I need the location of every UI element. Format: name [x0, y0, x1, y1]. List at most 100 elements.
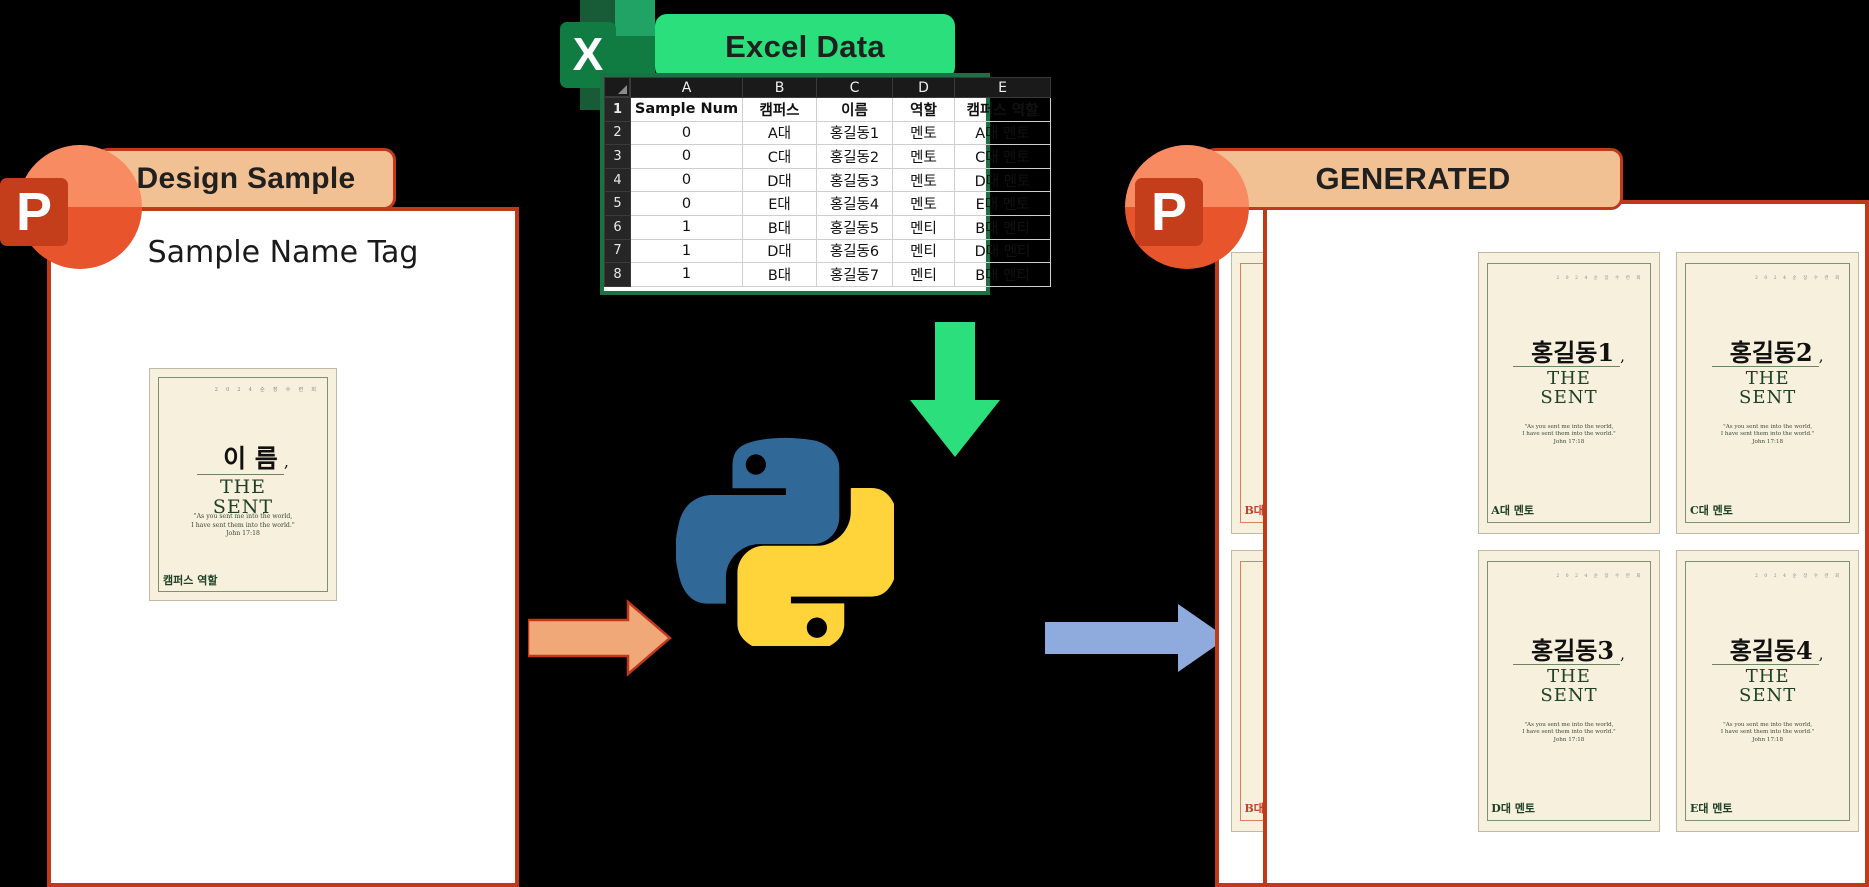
nametag-the: THE: [1745, 665, 1790, 687]
nametag-quote-line1: "As you sent me into the world,: [1723, 721, 1813, 728]
excel-select-all-corner-icon[interactable]: [604, 77, 630, 97]
excel-cell[interactable]: 멘토: [892, 120, 955, 146]
nametag-comma: ,: [1818, 346, 1824, 365]
excel-cell[interactable]: 1: [630, 262, 743, 287]
excel-row-header[interactable]: 2: [604, 120, 631, 146]
nametag-quote-line2: I have sent them into the world.": [1522, 431, 1616, 438]
generated-name-tag-card: 2 0 2 4 순 장 수 련 회 홍길동4, THE SENT "As you sen…: [1676, 550, 1859, 832]
excel-cell[interactable]: 홍길동3: [816, 167, 893, 193]
generated-name-tag-card: 2 0 2 4 순 장 수 련 회 홍길동3, THE SENT "As you sen…: [1477, 550, 1661, 832]
nametag-the: THE: [219, 475, 267, 498]
nametag-quote: "As you sent me into the world,I have se…: [1493, 722, 1645, 745]
excel-cell[interactable]: 홍길동6: [816, 238, 893, 264]
powerpoint-icon: P: [0, 132, 150, 282]
nametag-name: 홍길동2: [1711, 340, 1819, 367]
nametag-event-line: 2 0 2 4 순 장 수 련 회: [214, 387, 320, 394]
excel-header-cell[interactable]: 캠퍼스: [742, 97, 817, 122]
excel-cell[interactable]: 0: [630, 144, 743, 169]
nametag-quote: "As you sent me into the world, I have s…: [165, 513, 321, 538]
excel-data-badge: Excel Data: [655, 14, 955, 79]
excel-cell[interactable]: A대 멘토: [954, 120, 1051, 146]
excel-row-header[interactable]: 3: [604, 144, 631, 169]
excel-table: A B C D E 1 Sample Num 캠퍼스 이름 역할 캠퍼스 역할 2 0 A대 홍길…: [604, 77, 1051, 287]
nametag-event-line: 2 0 2 4 순 장 수 련 회: [1755, 275, 1842, 281]
design-sample-panel: Sample Name Tag 2 0 2 4 순 장 수 련 회 이 름, T…: [47, 207, 519, 887]
excel-header-cell[interactable]: Sample Num: [630, 97, 743, 122]
nametag-name: 이 름: [197, 446, 284, 475]
excel-cell[interactable]: B대 멘티: [954, 262, 1051, 287]
excel-cell[interactable]: 0: [630, 120, 743, 146]
excel-cell[interactable]: 홍길동2: [816, 144, 893, 169]
nametag-name: 홍길동3: [1513, 638, 1621, 665]
nametag-name: 홍길동4: [1711, 638, 1819, 665]
sample-name-tag-card: 2 0 2 4 순 장 수 련 회 이 름, THE SENT "As you …: [149, 368, 337, 601]
svg-text:P: P: [16, 182, 52, 242]
excel-header-cell[interactable]: 캠퍼스 역할: [954, 97, 1051, 122]
excel-cell[interactable]: 홍길동4: [816, 191, 893, 216]
nametag-quote: "As you sent me into the world,I have se…: [1692, 424, 1844, 447]
excel-cell[interactable]: C대 멘토: [954, 144, 1051, 169]
excel-cell[interactable]: D대: [742, 238, 817, 264]
excel-cell[interactable]: 홍길동7: [816, 262, 893, 287]
nametag-name-block: 홍길동2, THE SENT: [1677, 340, 1858, 408]
nametag-quote-ref: John 17:18: [1553, 736, 1585, 743]
nametag-quote-line2: I have sent them into the world.": [1720, 729, 1815, 736]
excel-row-header[interactable]: 8: [604, 262, 631, 287]
excel-cell[interactable]: B대: [742, 262, 817, 287]
excel-cell[interactable]: A대: [742, 120, 817, 146]
excel-row-header[interactable]: 6: [604, 214, 631, 240]
excel-cell[interactable]: 멘티: [892, 214, 955, 240]
grid-spacer: [1279, 550, 1462, 832]
nametag-the: THE: [1745, 367, 1790, 389]
table-row: 7 1 D대 홍길동6 멘티 D대 멘티: [604, 238, 1051, 264]
excel-col-c[interactable]: C: [816, 77, 893, 98]
nametag-event-line: 2 0 2 4 순 장 수 련 회: [1556, 275, 1644, 281]
excel-cell[interactable]: C대: [742, 144, 817, 169]
green-down-arrow: [900, 322, 1010, 467]
excel-header-cell[interactable]: 이름: [816, 97, 893, 122]
excel-cell[interactable]: 멘티: [892, 238, 955, 264]
excel-col-e[interactable]: E: [954, 77, 1051, 98]
nametag-role: C대 멘토: [1689, 503, 1733, 517]
excel-cell[interactable]: B대: [742, 214, 817, 240]
excel-cell[interactable]: 1: [630, 238, 743, 264]
excel-cell[interactable]: 홍길동5: [816, 214, 893, 240]
excel-cell[interactable]: E대: [742, 191, 817, 216]
nametag-comma: ,: [1818, 644, 1824, 663]
excel-cell[interactable]: D대: [742, 167, 817, 193]
excel-cell[interactable]: 0: [630, 191, 743, 216]
nametag-quote-ref: John 17:18: [1752, 438, 1784, 445]
nametag-name: 홍길동1: [1513, 340, 1621, 367]
excel-cell[interactable]: 멘토: [892, 144, 955, 169]
excel-cell[interactable]: 멘토: [892, 191, 955, 216]
nametag-quote-line2: I have sent them into the world.": [1720, 431, 1815, 438]
nametag-comma: ,: [283, 452, 289, 472]
excel-cell[interactable]: 0: [630, 167, 743, 193]
excel-cell[interactable]: D대 멘토: [954, 167, 1051, 193]
nametag-name-block: 홍길동4, THE SENT: [1677, 638, 1858, 706]
nametag-quote: "As you sent me into the world,I have se…: [1493, 424, 1645, 447]
excel-cell[interactable]: 멘티: [892, 262, 955, 287]
excel-data-badge-label: Excel Data: [725, 28, 885, 64]
excel-row-header[interactable]: 4: [604, 167, 631, 193]
excel-row-header[interactable]: 5: [604, 191, 631, 216]
excel-cell[interactable]: 멘토: [892, 167, 955, 193]
generated-panel: 2 0 2 4 순 장 수 련 회홍길동1, THE SENT "As you sen…: [1263, 200, 1869, 887]
excel-col-d[interactable]: D: [892, 77, 955, 98]
table-row: 8 1 B대 홍길동7 멘티 B대 멘티: [604, 262, 1051, 287]
nametag-sent: SENT: [1540, 685, 1598, 707]
excel-cell[interactable]: E대 멘토: [954, 191, 1051, 216]
excel-cell[interactable]: 홍길동1: [816, 120, 893, 146]
excel-row-header[interactable]: 1: [604, 97, 631, 122]
excel-col-a[interactable]: A: [630, 77, 743, 98]
excel-col-b[interactable]: B: [742, 77, 817, 98]
excel-row-header[interactable]: 7: [604, 238, 631, 264]
generated-badge: GENERATED: [1203, 148, 1623, 210]
excel-cell[interactable]: B대 멘티: [954, 214, 1051, 240]
excel-cell[interactable]: D대 멘티: [954, 238, 1051, 264]
nametag-quote-line2: I have sent them into the world.": [191, 521, 295, 529]
excel-header-cell[interactable]: 역할: [892, 97, 955, 122]
excel-cell[interactable]: 1: [630, 214, 743, 240]
nametag-quote-line1: "As you sent me into the world,: [193, 513, 293, 521]
excel-column-headers: A B C D E: [604, 77, 1051, 98]
